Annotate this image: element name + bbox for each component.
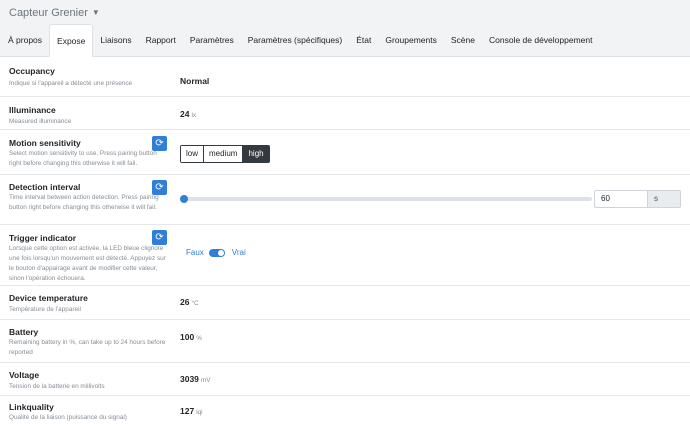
motion-sensitivity-title: Motion sensitivity <box>9 138 81 148</box>
linkquality-desc: Qualité de la liaison (puissance du sign… <box>9 414 127 421</box>
tab-state[interactable]: État <box>349 24 378 56</box>
motion-sensitivity-selector: low medium high <box>180 145 270 163</box>
detection-interval-row: Detection interval Time interval between… <box>0 175 690 225</box>
trigger-indicator-toggle[interactable] <box>208 248 225 257</box>
tab-expose[interactable]: Expose <box>49 24 94 57</box>
tab-bar: À propos Expose Liaisons Rapport Paramèt… <box>0 24 690 57</box>
trigger-indicator-desc: Lorsque cette option est activée, la LED… <box>9 245 166 282</box>
sensitivity-high-button[interactable]: high <box>243 146 269 162</box>
motion-sensitivity-desc: Select motion sensitivity to use. Press … <box>9 150 157 167</box>
trigger-indicator-toggle-group: Faux Vrai <box>186 248 246 257</box>
illuminance-number: 24 <box>180 109 190 119</box>
tab-scene[interactable]: Scène <box>444 24 482 56</box>
battery-unit: % <box>196 335 202 342</box>
device-temperature-desc: Température de l'appareil <box>9 306 81 313</box>
device-temperature-title: Device temperature <box>9 293 88 303</box>
device-temperature-value: 26 °C <box>180 297 199 307</box>
tab-settings[interactable]: Paramètres <box>183 24 241 56</box>
linkquality-title: Linkquality <box>9 402 54 412</box>
toggle-off-label[interactable]: Faux <box>186 248 204 257</box>
sensitivity-medium-button[interactable]: medium <box>204 146 244 162</box>
trigger-indicator-row: Trigger indicator Lorsque cette option e… <box>0 225 690 286</box>
tab-bindings[interactable]: Liaisons <box>93 24 138 56</box>
battery-number: 100 <box>180 332 195 342</box>
voltage-unit: mV <box>200 377 211 384</box>
device-temperature-number: 26 <box>180 297 190 307</box>
linkquality-unit: lqi <box>196 409 203 416</box>
trigger-indicator-title: Trigger indicator <box>9 233 77 243</box>
trigger-indicator-refresh-button[interactable]: ⟳ <box>152 230 167 245</box>
tab-specific-settings[interactable]: Paramètres (spécifiques) <box>241 24 349 56</box>
occupancy-row: Occupancy Indique si l'appareil a détect… <box>0 57 690 97</box>
illuminance-desc: Measured illuminance <box>9 118 72 125</box>
detection-interval-title: Detection interval <box>9 182 81 192</box>
linkquality-number: 127 <box>180 406 195 416</box>
device-header: Capteur Grenier ▼ <box>0 0 690 25</box>
illuminance-title: Illuminance <box>9 105 56 115</box>
illuminance-value: 24 lx <box>180 109 196 119</box>
device-temperature-row: Device temperature Température de l'appa… <box>0 286 690 320</box>
motion-sensitivity-refresh-button[interactable]: ⟳ <box>152 136 167 151</box>
voltage-number: 3039 <box>180 374 199 384</box>
voltage-row: Voltage Tension de la batterie en milliv… <box>0 363 690 396</box>
occupancy-title: Occupancy <box>9 66 55 76</box>
chevron-down-icon[interactable]: ▼ <box>92 8 100 17</box>
motion-sensitivity-row: Motion sensitivity Select motion sensiti… <box>0 130 690 175</box>
occupancy-value: Normal <box>180 76 210 86</box>
tab-reporting[interactable]: Rapport <box>139 24 183 56</box>
tab-about[interactable]: À propos <box>1 24 49 56</box>
detection-interval-desc: Time interval between action detection. … <box>9 194 159 211</box>
battery-desc: Remaining battery in %, can take up to 2… <box>9 339 166 356</box>
expose-panel: Occupancy Indique si l'appareil a détect… <box>0 57 690 425</box>
illuminance-row: Illuminance Measured illuminance 24 lx <box>0 97 690 130</box>
detection-interval-unit: s <box>647 190 681 208</box>
device-name[interactable]: Capteur Grenier <box>9 7 88 19</box>
detection-interval-slider-track[interactable] <box>184 197 592 201</box>
battery-row: Battery Remaining battery in %, can take… <box>0 320 690 363</box>
toggle-on-label[interactable]: Vrai <box>232 248 246 257</box>
sensitivity-low-button[interactable]: low <box>181 146 205 162</box>
tab-dev-console[interactable]: Console de développement <box>482 24 600 56</box>
linkquality-value: 127 lqi <box>180 406 203 416</box>
voltage-desc: Tension de la batterie en millivolts <box>9 383 105 390</box>
voltage-title: Voltage <box>9 370 40 380</box>
battery-value: 100% <box>180 332 202 342</box>
voltage-value: 3039 mV <box>180 374 211 384</box>
detection-interval-refresh-button[interactable]: ⟳ <box>152 180 167 195</box>
linkquality-row: Linkquality Qualité de la liaison (puiss… <box>0 396 690 425</box>
occupancy-desc: Indique si l'appareil a détecté une prés… <box>9 80 133 87</box>
battery-title: Battery <box>9 327 39 337</box>
detection-interval-slider-thumb[interactable] <box>180 195 188 203</box>
tab-groups[interactable]: Groupements <box>378 24 444 56</box>
illuminance-unit: lx <box>191 112 197 119</box>
device-temperature-unit: °C <box>191 300 199 307</box>
detection-interval-input[interactable]: 60 <box>594 190 648 208</box>
